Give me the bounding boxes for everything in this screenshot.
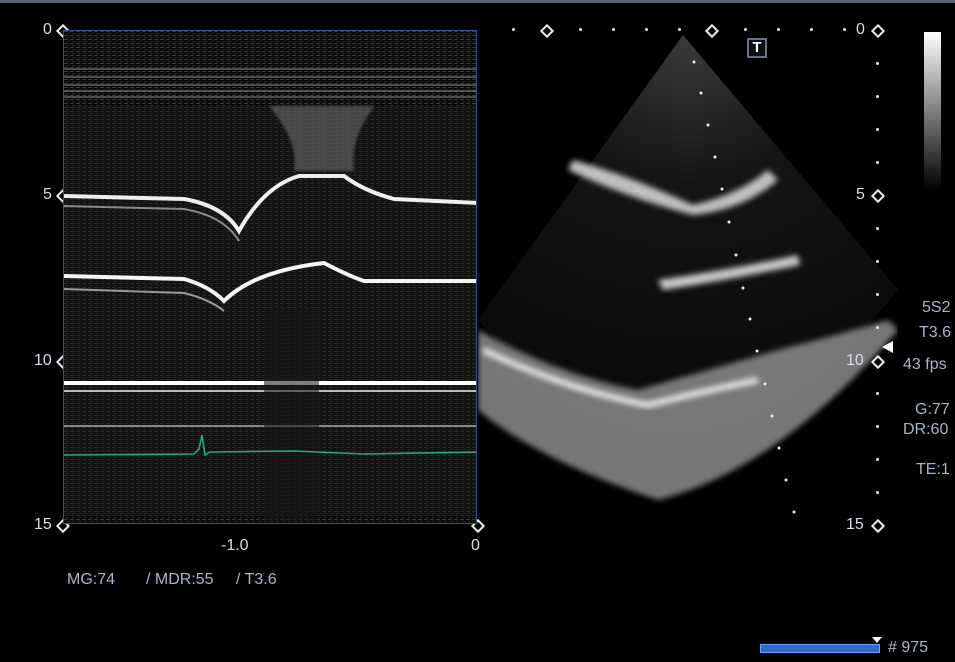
time-tick-minus-1: -1.0 [221,537,249,554]
depth-label-right-10: 10 [846,352,864,369]
depth-tick [876,161,879,164]
param-harmonic: T3.6 [919,324,952,341]
depth-tick [876,293,879,296]
param-dynamic-range: DR:60 [903,421,949,438]
depth-label-right-5: 5 [856,186,865,203]
echo-sector-image [478,35,898,514]
focus-marker-icon[interactable] [882,341,893,353]
frame-number: # 975 [888,639,929,656]
depth-tick [876,62,879,65]
param-te: TE:1 [916,461,950,478]
depth-tick [876,227,879,230]
depth-tick [876,326,879,329]
cine-position-marker-icon[interactable] [872,637,882,643]
param-probe: 5S2 [922,299,951,316]
param-fps: 43 fps [903,356,947,373]
time-tick-0: 0 [471,537,480,554]
depth-label-left-10: 10 [34,352,52,369]
depth-tick [876,392,879,395]
param-probe-freq: / T3.6 [236,571,277,588]
m-mode-trace [63,30,477,524]
depth-tick [876,458,879,461]
m-mode-image [64,31,476,523]
cine-scrub-bar[interactable] [760,644,880,653]
depth-label-right-15: 15 [846,516,864,533]
depth-tick [876,95,879,98]
depth-label-left-15: 15 [34,516,52,533]
depth-label-left-5: 5 [43,186,52,203]
param-mdr: / MDR:55 [146,571,214,588]
transducer-orientation-badge: T [747,38,767,58]
depth-label-right-0: 0 [856,21,865,38]
depth-tick [876,260,879,263]
param-gain: G:77 [915,401,950,418]
top-border [0,0,955,3]
depth-tick [876,491,879,494]
depth-tick [876,128,879,131]
depth-tick [876,425,879,428]
grayscale-bar [924,32,941,190]
depth-label-left-0: 0 [43,21,52,38]
param-mg: MG:74 [67,571,116,588]
